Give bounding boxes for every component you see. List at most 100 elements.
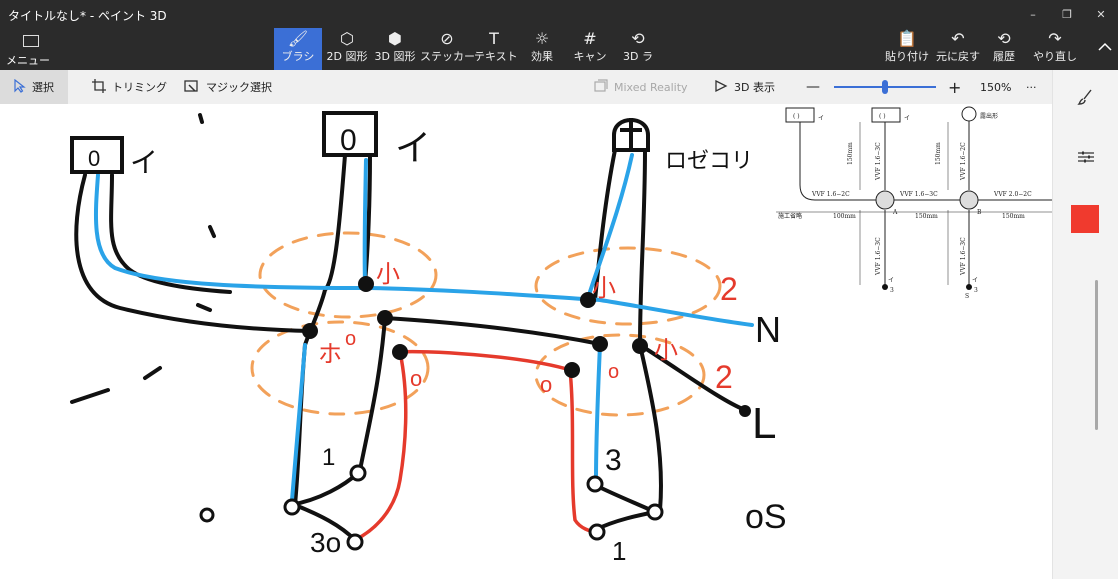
ref-text-vvf-v2: VVF 1.6−2C bbox=[960, 142, 967, 181]
tool-3d-library[interactable]: ⟲ 3D ラ bbox=[618, 28, 658, 70]
sliders-icon[interactable] bbox=[1053, 150, 1118, 164]
terminals bbox=[199, 464, 664, 551]
close-button[interactable]: ✕ bbox=[1084, 0, 1118, 28]
label-o-2: o bbox=[540, 372, 552, 397]
ref-text-h100: 100mm bbox=[833, 213, 856, 220]
tool-3d-shapes[interactable]: ⬢ 3D 図形 bbox=[372, 28, 418, 70]
scribble bbox=[196, 303, 212, 312]
splice-dot bbox=[358, 276, 374, 292]
ref-text-vvf-c: VVF 2.0−2C bbox=[993, 191, 1032, 198]
cable-red-left bbox=[353, 350, 408, 542]
cable-horizontal bbox=[383, 316, 602, 346]
splice-dot bbox=[392, 344, 408, 360]
vertical-scrollbar[interactable] bbox=[1095, 280, 1098, 430]
scribble bbox=[143, 366, 162, 380]
zoom-value[interactable]: 150% bbox=[980, 70, 1011, 104]
tool-text[interactable]: T テキスト bbox=[474, 28, 518, 70]
label-L: L bbox=[752, 399, 776, 448]
cable-blue-mid bbox=[362, 158, 368, 284]
label-three-left: 3o bbox=[310, 527, 341, 558]
label-two-2: 2 bbox=[715, 359, 733, 395]
menu-label: メニュー bbox=[6, 54, 50, 67]
label-three-right: 3 bbox=[605, 444, 622, 477]
current-color-swatch[interactable] bbox=[1071, 205, 1099, 233]
chevron-up-icon[interactable] bbox=[1098, 40, 1112, 56]
red-labels: 小 小 小 ホ o 2 2 o o o bbox=[318, 261, 738, 397]
canvas[interactable]: 0 イ 0 イ ロゼコリ N L oS 3o 3 1 1 小 小 小 ホ o 2… bbox=[0, 104, 1052, 579]
splice-dot bbox=[739, 405, 751, 417]
tool-effects[interactable]: ☼ 効果 bbox=[524, 28, 560, 70]
zoom-slider[interactable] bbox=[834, 80, 936, 94]
ref-text-b: B bbox=[977, 209, 982, 216]
switch-boxes bbox=[70, 111, 650, 174]
undo-button[interactable]: ↶ 元に戻す bbox=[934, 28, 982, 70]
ref-text-h150b: 150mm bbox=[1002, 213, 1025, 220]
label-two-1: 2 bbox=[720, 271, 738, 307]
tool-brush[interactable]: 🖌 ブラシ bbox=[274, 28, 322, 70]
terminal bbox=[646, 503, 664, 521]
text-icon: T bbox=[489, 29, 499, 48]
ref-junction-b bbox=[959, 190, 979, 210]
terminal bbox=[346, 533, 364, 551]
label-o-ho: o bbox=[345, 328, 356, 350]
clipboard-icon: 📋 bbox=[897, 29, 917, 48]
magic-select-button[interactable]: マジック選択 bbox=[184, 70, 272, 104]
crop-icon bbox=[92, 78, 106, 96]
label-o-3: o bbox=[608, 361, 619, 383]
drawing-svg[interactable]: 0 イ 0 イ ロゼコリ N L oS 3o 3 1 1 小 小 小 ホ o 2… bbox=[0, 104, 1052, 579]
tool-2d-shapes[interactable]: ⬡ 2D 図形 bbox=[324, 28, 370, 70]
undo-label: 元に戻す bbox=[936, 50, 980, 63]
zoom-in-button[interactable]: + bbox=[948, 70, 961, 104]
more-options-button[interactable]: ··· bbox=[1026, 70, 1037, 104]
redo-button[interactable]: ↷ やり直し bbox=[1030, 28, 1080, 70]
select-label: 選択 bbox=[32, 81, 54, 94]
terminal bbox=[283, 498, 301, 516]
orange-circle-top-right bbox=[534, 246, 722, 326]
zoom-out-button[interactable]: — bbox=[806, 70, 820, 104]
select-button[interactable]: 選択 bbox=[0, 70, 68, 104]
ref-text-3a: 3 bbox=[890, 287, 894, 294]
ref-dot-1 bbox=[882, 284, 888, 290]
restore-button[interactable]: ❐ bbox=[1050, 0, 1084, 28]
splice-dot bbox=[564, 362, 580, 378]
label-switch-left: イ bbox=[130, 147, 158, 178]
tool-canvas[interactable]: # キャン bbox=[570, 28, 610, 70]
terminal bbox=[586, 475, 604, 493]
history-button[interactable]: ⟲ 履歴 bbox=[986, 28, 1022, 70]
label-os: oS bbox=[745, 498, 787, 536]
menu-button[interactable]: メニュー bbox=[0, 28, 60, 70]
minimize-button[interactable]: – bbox=[1016, 0, 1050, 28]
label-switch-mid: イ bbox=[395, 127, 431, 168]
label-small-2: 小 bbox=[592, 275, 616, 302]
mixed-reality-button[interactable]: Mixed Reality bbox=[594, 70, 688, 104]
splice-dot bbox=[302, 323, 318, 339]
cable-drop-left-inner bbox=[358, 316, 387, 472]
splice-dot bbox=[377, 310, 393, 326]
cube-icon: ⬢ bbox=[388, 29, 402, 48]
zoom-slider-thumb[interactable] bbox=[882, 80, 888, 94]
brush-icon[interactable] bbox=[1053, 88, 1118, 106]
view-3d-button[interactable]: 3D 表示 bbox=[714, 70, 775, 104]
crop-button[interactable]: トリミング bbox=[92, 70, 167, 104]
terminal bbox=[588, 523, 606, 541]
paste-label: 貼り付け bbox=[885, 50, 929, 63]
orange-circle-bottom-right bbox=[534, 333, 706, 417]
ref-text-a: A bbox=[892, 209, 898, 216]
folder-icon bbox=[23, 35, 39, 47]
label-box-mid-0: 0 bbox=[340, 124, 357, 157]
label-N: N bbox=[755, 309, 781, 350]
tool-stickers[interactable]: ⊘ ステッカー bbox=[420, 28, 475, 70]
scribble bbox=[208, 225, 216, 238]
shape-2d-icon: ⬡ bbox=[340, 29, 354, 48]
sub-toolbar: 選択 トリミング マジック選択 Mixed Reality 3D 表示 — + … bbox=[0, 70, 1118, 105]
ribbon: メニュー 🖌 ブラシ ⬡ 2D 図形 ⬢ 3D 図形 ⊘ ステッカー T テキス… bbox=[0, 28, 1118, 70]
tool-sticker-label: ステッカー bbox=[420, 50, 475, 63]
ref-text-vvf-v3: VVF 1.6−3C bbox=[875, 237, 882, 276]
label-ho: ホ bbox=[318, 341, 342, 368]
ref-text-rosette: 露出形 bbox=[980, 112, 998, 120]
label-o-1: o bbox=[410, 366, 422, 391]
redo-label: やり直し bbox=[1033, 50, 1077, 63]
undo-icon: ↶ bbox=[951, 29, 965, 48]
ref-text-vvf-v1: VVF 1.6−3C bbox=[875, 142, 882, 181]
paste-button[interactable]: 📋 貼り付け bbox=[884, 28, 930, 70]
